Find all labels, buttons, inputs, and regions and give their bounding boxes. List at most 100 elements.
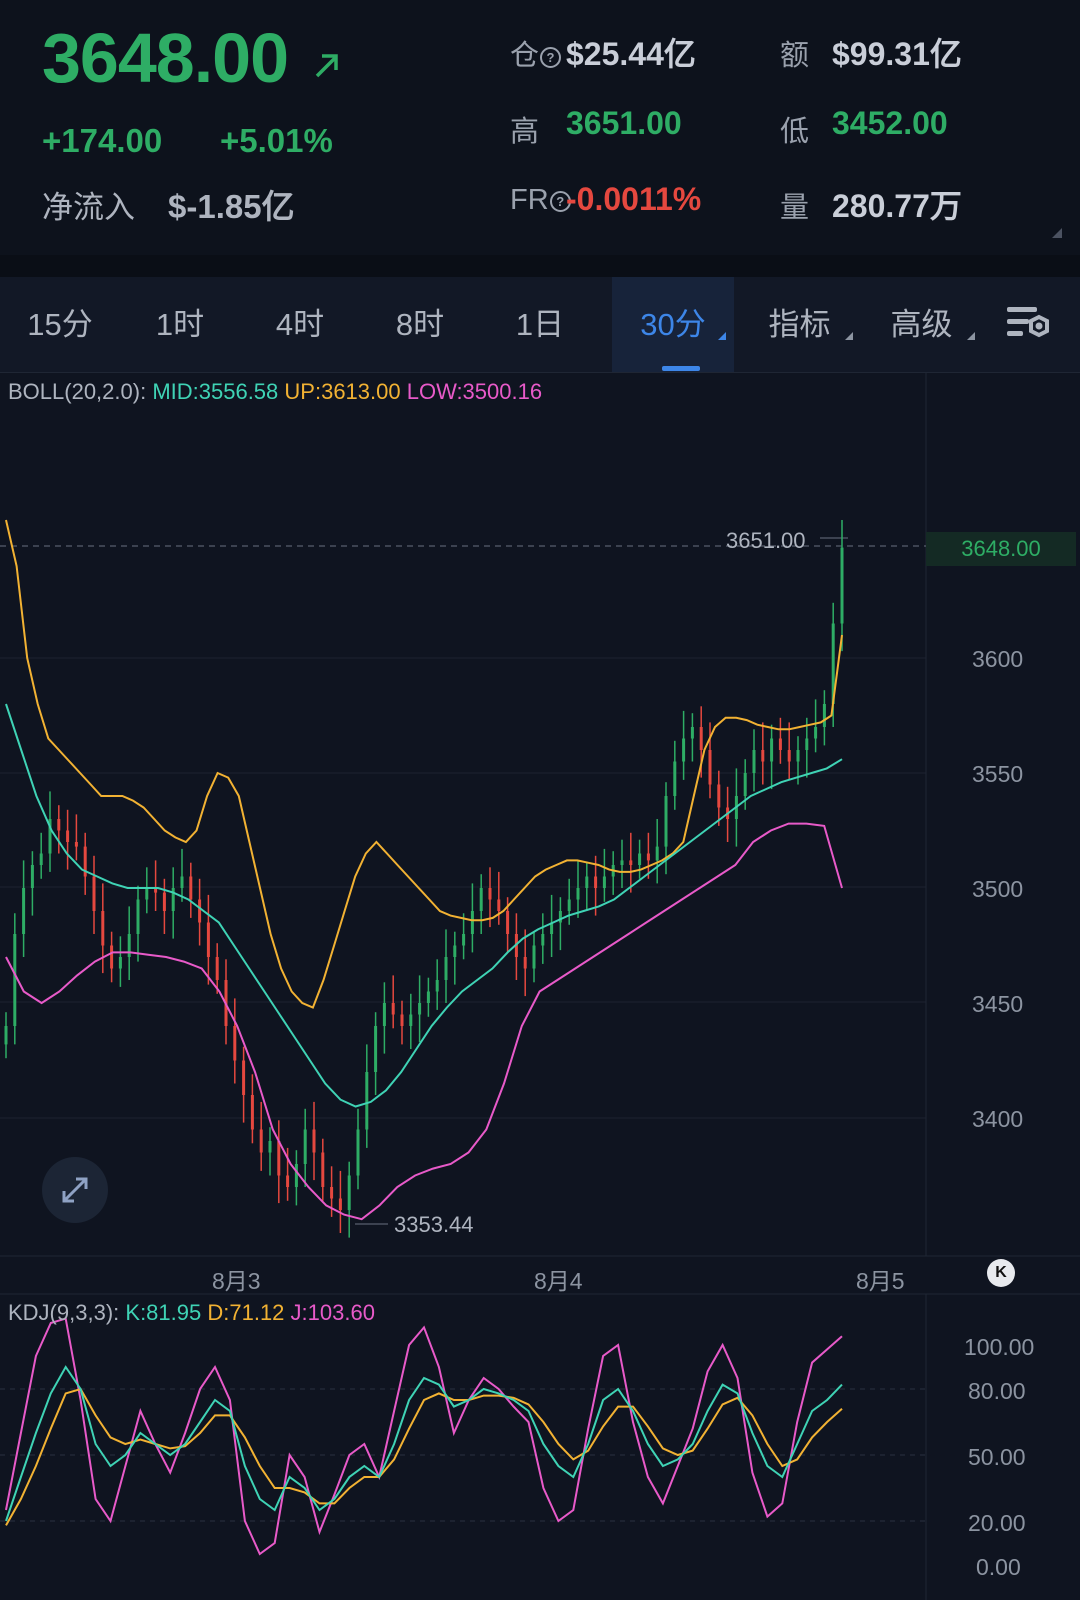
candle-body: [567, 899, 571, 911]
candle-body: [330, 1187, 334, 1199]
candle-body: [444, 957, 448, 980]
timeframe-tabs: 15分 1时 4时 8时 1日 30分 指标 高级: [0, 277, 1080, 373]
candle-body: [585, 876, 589, 888]
boll-name: BOLL(20,2.0):: [8, 379, 147, 404]
candle-body: [699, 727, 703, 750]
scroll-to-latest-button[interactable]: K: [987, 1259, 1015, 1287]
candles: [4, 520, 844, 1238]
candle-body: [374, 1026, 378, 1072]
ticker-header: 3648.00 +174.00 +5.01% 净流入 $-1.85亿 仓? $2…: [0, 0, 1080, 255]
candle-body: [312, 1129, 316, 1153]
tab-8h[interactable]: 8时: [360, 277, 480, 372]
price-change: +174.00: [42, 122, 163, 159]
expand-corner-icon[interactable]: [1052, 228, 1062, 238]
candle-body: [215, 957, 219, 980]
candle-body: [118, 957, 122, 969]
tab-indicators[interactable]: 指标: [742, 277, 857, 372]
kdj-j-value: J:103.60: [290, 1300, 375, 1325]
candle-body: [814, 727, 818, 739]
candle-body: [470, 911, 474, 934]
dropdown-caret-icon: [845, 332, 853, 340]
candle-body: [356, 1129, 360, 1176]
current-price-tag: 3648.00: [926, 532, 1076, 566]
candle-body: [136, 899, 140, 934]
boll-up-line: [5, 519, 843, 1009]
kdj-d-line: [5, 1387, 843, 1526]
candle-body: [180, 876, 184, 888]
candle-body: [13, 934, 17, 1026]
candle-body: [840, 547, 844, 624]
candle-body: [805, 738, 809, 750]
candle-body: [365, 1072, 369, 1130]
candle-body: [655, 846, 659, 861]
net-inflow-label: 净流入: [42, 190, 135, 225]
kdj-y-tick: 0.00: [976, 1554, 1021, 1580]
y-tick: 3550: [972, 761, 1024, 787]
candle-body: [321, 1152, 325, 1187]
kdj-name: KDJ(9,3,3):: [8, 1300, 120, 1325]
candle-body: [426, 991, 430, 1003]
open-interest-label[interactable]: 仓?: [510, 32, 562, 74]
candle-body: [66, 830, 70, 842]
candle-body: [250, 1095, 254, 1130]
tab-30m[interactable]: 30分: [612, 277, 734, 372]
boll-mid-value: MID:3556.58: [152, 379, 279, 404]
candle-body: [435, 980, 439, 992]
candle-body: [259, 1129, 263, 1153]
dropdown-caret-icon: [718, 332, 726, 340]
kdj-legend[interactable]: KDJ(9,3,3): K:81.95 D:71.12 J:103.60: [8, 1300, 375, 1326]
boll-mid-line: [5, 703, 843, 1108]
tab-advanced[interactable]: 高级: [864, 277, 979, 372]
candle-body: [303, 1129, 307, 1164]
candle-body: [743, 773, 747, 796]
candle-body: [92, 876, 96, 911]
candle-body: [4, 1026, 8, 1045]
fullscreen-button[interactable]: [42, 1157, 108, 1223]
high-price-marker: 3651.00: [726, 528, 806, 553]
kdj-d-value: D:71.12: [207, 1300, 285, 1325]
candle-body: [409, 1014, 413, 1026]
candle-body: [479, 888, 483, 911]
candle-body: [778, 738, 782, 750]
funding-rate-label[interactable]: FR?: [510, 184, 571, 217]
volume-value: 280.77万: [832, 188, 962, 224]
high-value: 3651.00: [566, 105, 682, 141]
candle-body: [523, 957, 527, 969]
candle-body: [682, 738, 686, 762]
y-tick: 3600: [972, 646, 1024, 672]
kdj-y-tick: 80.00: [968, 1378, 1026, 1404]
tab-4h[interactable]: 4时: [240, 277, 360, 372]
amount-value: $99.31亿: [832, 36, 962, 72]
candle-body: [761, 750, 765, 762]
tab-1d[interactable]: 1日: [480, 277, 600, 372]
expand-icon: [62, 1177, 88, 1203]
candle-body: [418, 1003, 422, 1015]
candle-body: [602, 876, 606, 888]
kdj-y-tick: 100.00: [964, 1334, 1035, 1360]
candle-body: [382, 1003, 386, 1026]
help-icon[interactable]: ?: [540, 47, 562, 68]
candle-body: [796, 750, 800, 762]
candle-body: [497, 899, 501, 911]
candle-body: [576, 888, 580, 900]
candle-body: [286, 1175, 290, 1187]
boll-low-line: [5, 822, 843, 1221]
open-interest-value: $25.44亿: [566, 36, 696, 72]
price-chart[interactable]: [0, 372, 1080, 1600]
kdj-j-line: [5, 1317, 843, 1556]
candle-body: [620, 860, 624, 865]
active-tab-indicator: [662, 366, 700, 371]
candle-body: [294, 1164, 298, 1187]
boll-legend[interactable]: BOLL(20,2.0): MID:3556.58 UP:3613.00 LOW…: [8, 379, 542, 405]
x-tick: 8月3: [212, 1268, 261, 1294]
candle-body: [189, 876, 193, 900]
tab-1h[interactable]: 1时: [120, 277, 240, 372]
candle-body: [400, 1014, 404, 1026]
chart-settings-icon[interactable]: [1005, 303, 1053, 347]
candle-body: [752, 750, 756, 773]
tab-15m[interactable]: 15分: [0, 277, 120, 372]
amount-label: 额: [780, 40, 810, 72]
kdj-y-tick: 50.00: [968, 1444, 1026, 1470]
boll-low-value: LOW:3500.16: [406, 379, 543, 404]
candle-body: [690, 727, 694, 739]
